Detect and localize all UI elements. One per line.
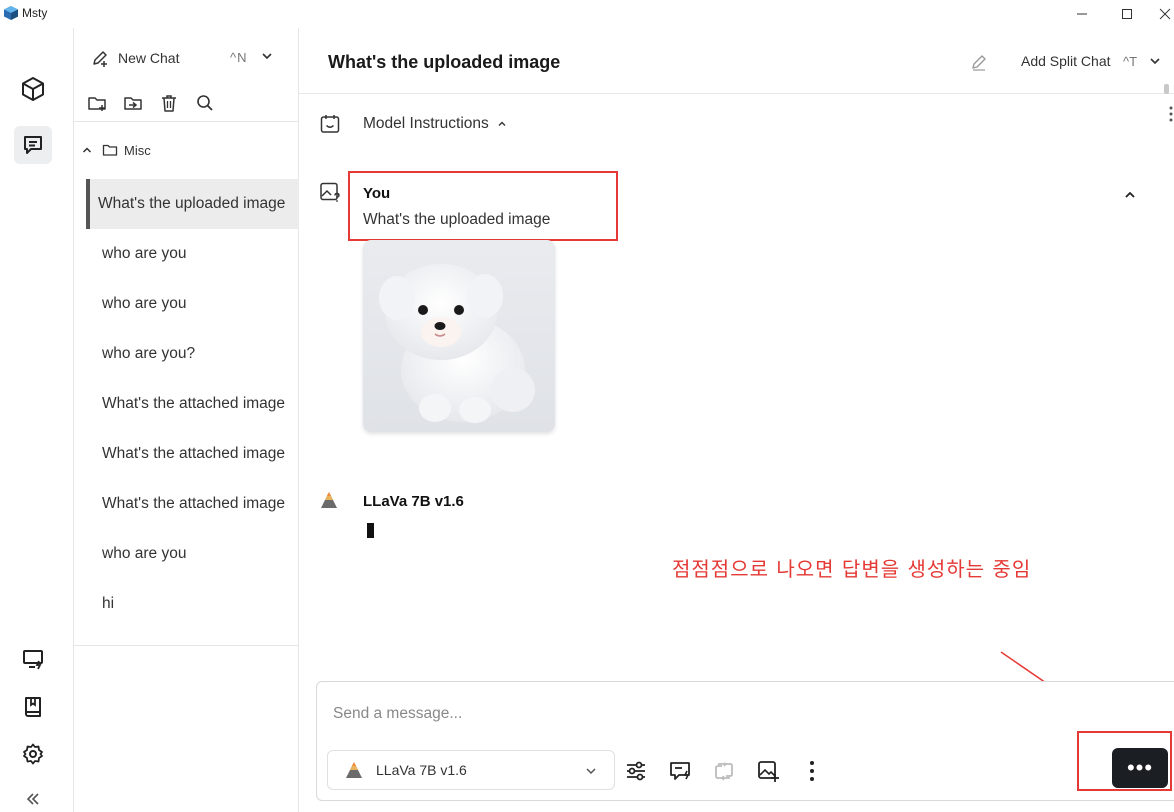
minimize-button[interactable] (1072, 4, 1092, 24)
search-chats-button[interactable] (194, 92, 216, 114)
folder-move-icon (124, 97, 142, 110)
settings-nav-button[interactable] (14, 735, 52, 773)
more-options-button[interactable] (799, 758, 825, 784)
chat-list-item[interactable]: What's the attached image (86, 379, 299, 429)
add-split-chat-button[interactable]: Add Split Chat (1021, 53, 1111, 69)
new-chat-label: New Chat (118, 50, 180, 66)
chat-list-item[interactable]: who are you (86, 529, 299, 579)
new-chat-button[interactable]: New Chat (90, 46, 179, 70)
model-instructions-label: Model Instructions (363, 115, 489, 132)
gear-icon (23, 743, 43, 765)
monitor-bolt-icon (23, 650, 43, 670)
chat-list-divider (74, 645, 299, 646)
models-nav-button[interactable] (14, 70, 52, 108)
double-chevron-left-icon (26, 793, 39, 805)
puppy-image (379, 264, 535, 423)
sliders-icon (627, 761, 645, 781)
sidebar-divider (74, 121, 299, 122)
close-window-button[interactable] (1155, 4, 1174, 24)
llava-avatar-icon (321, 492, 337, 508)
chevron-up-icon (82, 147, 92, 153)
chevron-up-icon[interactable] (1123, 188, 1137, 202)
folder-icon (102, 144, 118, 156)
chat-list-item[interactable]: hi (86, 579, 299, 629)
image-question-icon (320, 182, 340, 202)
selected-model-name: LLaVa 7B v1.6 (376, 762, 467, 778)
chat-header: What's the uploaded image Add Split Chat… (299, 28, 1174, 94)
close-icon (1159, 8, 1171, 20)
minimize-icon (1077, 13, 1087, 15)
chat-list-item[interactable]: who are you (86, 279, 299, 329)
chat-list-item[interactable]: What's the attached image (86, 479, 299, 529)
chevron-down-icon[interactable] (1149, 55, 1161, 67)
user-name: You (363, 185, 391, 202)
image-plus-icon (758, 761, 779, 782)
chats-nav-button[interactable] (14, 126, 52, 164)
message-composer: LLaVa 7B v1.6 (316, 681, 1174, 801)
folder-misc[interactable]: Misc (82, 140, 151, 160)
chevron-up-icon (498, 121, 506, 126)
title-bar: Msty (0, 0, 1174, 28)
chat-list-item[interactable]: What's the attached image (86, 429, 299, 479)
app-rail (0, 28, 74, 812)
chat-main: What's the uploaded image Add Split Chat… (299, 28, 1174, 812)
model-selector[interactable]: LLaVa 7B v1.6 (327, 750, 615, 790)
search-icon (197, 95, 213, 111)
attach-image-button[interactable] (755, 758, 781, 784)
chat-list: What's the uploaded image who are you wh… (86, 179, 299, 629)
maximize-icon (1122, 9, 1132, 19)
chat-list-item[interactable]: who are you (86, 229, 299, 279)
msty-logo-icon (4, 6, 18, 20)
window-title: Msty (22, 6, 48, 20)
more-vertical-icon[interactable] (1169, 106, 1173, 122)
message-input[interactable] (333, 702, 1033, 726)
maximize-button[interactable] (1117, 4, 1137, 24)
chat-list-item[interactable]: What's the uploaded image (86, 179, 299, 229)
new-chat-shortcut: ^N (230, 50, 248, 65)
chat-bubble-icon (24, 136, 42, 154)
folder-label: Misc (124, 142, 151, 158)
move-chat-button[interactable] (122, 92, 144, 114)
new-folder-button[interactable] (86, 92, 108, 114)
attached-image[interactable] (363, 240, 555, 432)
chevron-down-icon (586, 768, 596, 775)
user-message-text: What's the uploaded image (363, 211, 551, 228)
model-instructions-toggle[interactable]: Model Instructions (319, 110, 507, 138)
refresh-bubble-icon (715, 762, 733, 781)
trash-icon (162, 95, 176, 112)
edit-plus-icon (93, 51, 107, 67)
delete-button[interactable] (158, 92, 180, 114)
generating-stop-button[interactable]: ••• (1112, 748, 1168, 788)
edit-title-icon[interactable] (969, 52, 989, 72)
calendar-smile-icon (320, 115, 340, 133)
bot-name: LLaVa 7B v1.6 (363, 493, 464, 510)
scrollbar-thumb[interactable] (1164, 84, 1169, 94)
folder-plus-icon (88, 97, 106, 111)
regenerate-button[interactable] (711, 758, 737, 784)
chat-sidebar: New Chat ^N Misc What's the uploaded ima… (74, 28, 299, 812)
local-ai-nav-button[interactable] (14, 640, 52, 678)
knowledge-nav-button[interactable] (14, 688, 52, 726)
chat-bolt-icon (670, 762, 690, 780)
user-message-highlight (348, 171, 618, 241)
cube-icon (22, 77, 44, 101)
book-icon (25, 697, 41, 717)
sidebar-toolbar (86, 92, 216, 114)
typing-cursor (367, 523, 374, 538)
prompt-library-button[interactable] (667, 758, 693, 784)
chevron-down-icon[interactable] (261, 50, 273, 62)
more-vertical-icon (810, 761, 814, 781)
split-chat-shortcut: ^T (1123, 54, 1138, 69)
chat-list-item[interactable]: who are you? (86, 329, 299, 379)
chat-title: What's the uploaded image (328, 52, 561, 72)
model-options-button[interactable] (623, 758, 649, 784)
llava-avatar-icon (346, 762, 362, 778)
annotation-text: 점점점으로 나오면 답변을 생성하는 중임 (672, 557, 1032, 581)
collapse-sidebar-button[interactable] (14, 780, 52, 812)
